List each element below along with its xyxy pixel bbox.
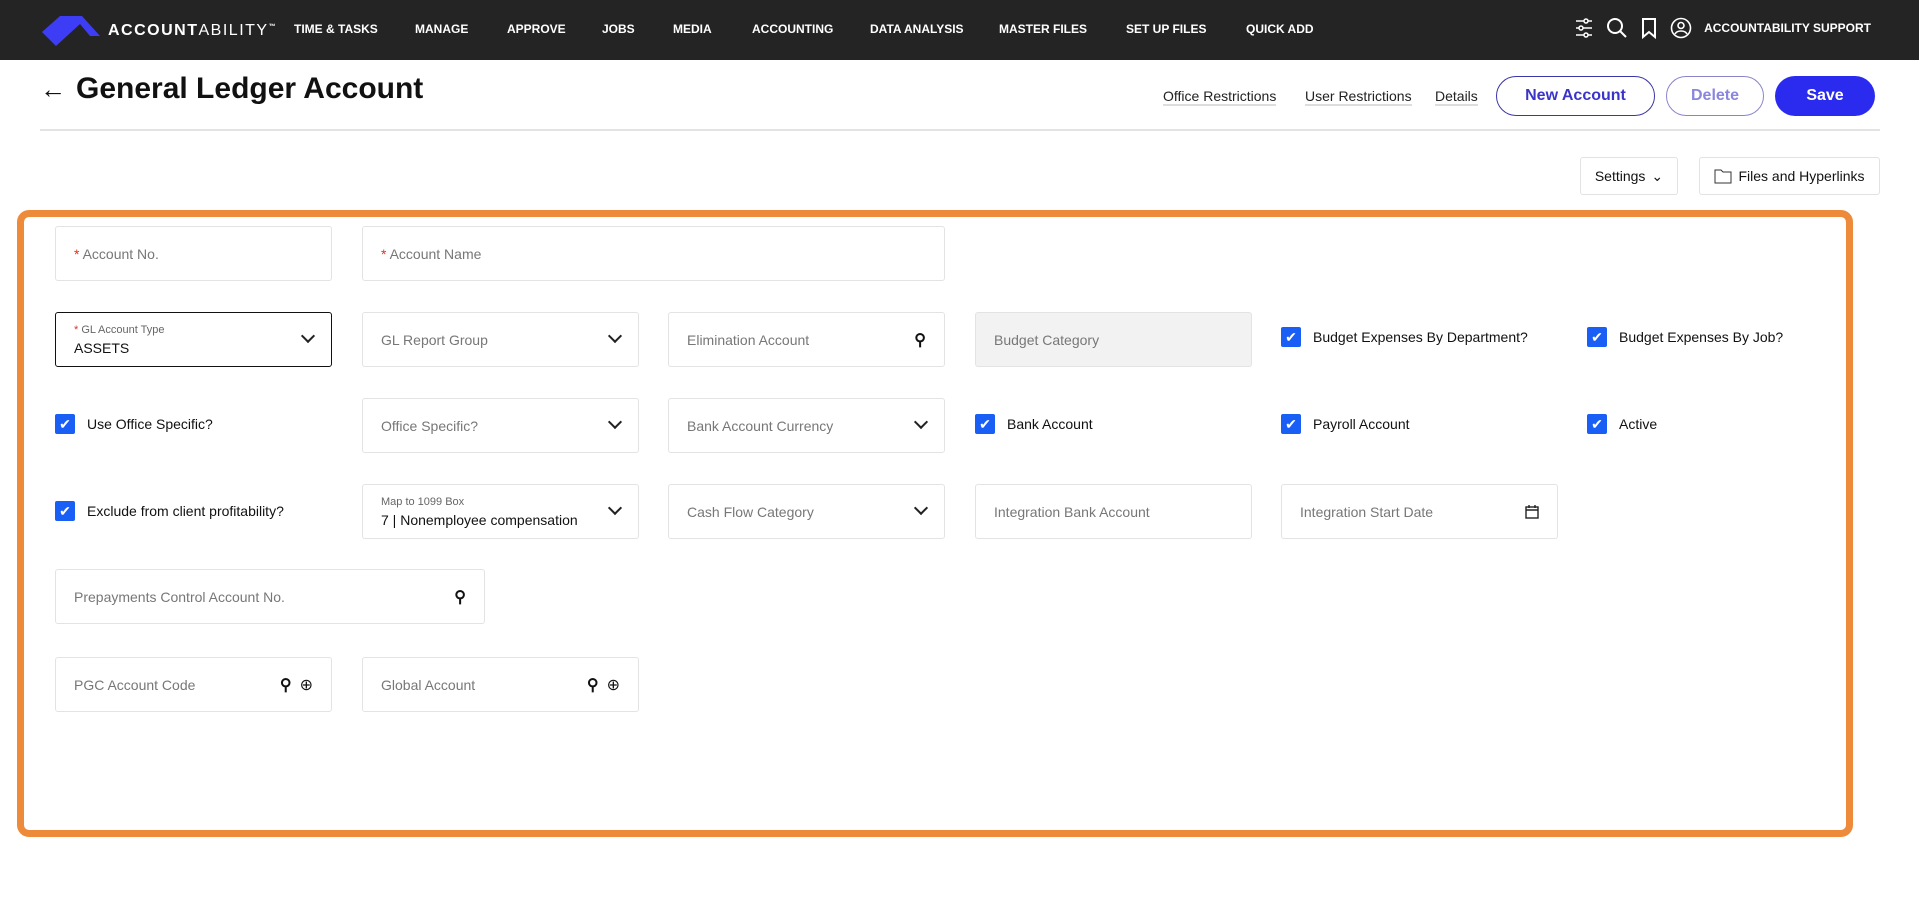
settings-label: Settings [1594,168,1646,184]
checkbox-checked-icon: ✔ [1281,327,1301,347]
nav-data-analysis[interactable]: DATA ANALYSIS [870,22,964,36]
top-nav: ACCOUNTABILITY™ TIME & TASKS MANAGE APPR… [0,0,1919,60]
active-checkbox[interactable]: ✔ Active [1587,414,1657,434]
office-restrictions-link[interactable]: Office Restrictions [1163,88,1277,106]
user-name[interactable]: ACCOUNTABILITY SUPPORT [1704,21,1871,35]
calendar-icon[interactable] [1525,504,1539,519]
gl-report-group-select[interactable]: GL Report Group [362,312,639,367]
bookmark-icon[interactable] [1640,17,1658,39]
account-no-input[interactable]: * Account No. [55,226,332,281]
page-title: General Ledger Account [76,72,424,105]
elimination-account-input[interactable]: Elimination Account ⚲ [668,312,945,367]
nav-set-up-files[interactable]: SET UP FILES [1126,22,1206,36]
gl-account-type-select[interactable]: * GL Account Type ASSETS [55,312,332,367]
page-title-row: ← General Ledger Account [40,72,423,106]
details-link[interactable]: Details [1435,88,1478,106]
nav-quick-add[interactable]: QUICK ADD [1246,22,1314,36]
checkbox-checked-icon: ✔ [1587,414,1607,434]
bank-account-checkbox[interactable]: ✔ Bank Account [975,414,1093,434]
nav-jobs[interactable]: JOBS [602,22,635,36]
search-icon[interactable]: ⚲ [454,587,466,607]
header-divider [40,129,1880,131]
use-office-specific-checkbox[interactable]: ✔ Use Office Specific? [55,414,213,434]
office-specific-select[interactable]: Office Specific? [362,398,639,453]
account-name-input[interactable]: * Account Name [362,226,945,281]
prepayments-control-account-input[interactable]: Prepayments Control Account No. ⚲ [55,569,485,624]
search-icon[interactable] [1606,17,1628,39]
nav-accounting[interactable]: ACCOUNTING [752,22,833,36]
files-hyperlinks-button[interactable]: Files and Hyperlinks [1699,157,1880,195]
back-arrow-icon[interactable]: ← [40,74,66,105]
payroll-account-checkbox[interactable]: ✔ Payroll Account [1281,414,1410,434]
delete-button[interactable]: Delete [1666,76,1764,116]
checkbox-checked-icon: ✔ [975,414,995,434]
new-account-button[interactable]: New Account [1496,76,1655,116]
user-restrictions-link[interactable]: User Restrictions [1305,88,1412,106]
cash-flow-category-select[interactable]: Cash Flow Category [668,484,945,539]
user-icon[interactable] [1670,17,1692,39]
settings-dropdown[interactable]: Settings ⌄ [1580,157,1678,195]
nav-time-tasks[interactable]: TIME & TASKS [294,22,378,36]
files-label: Files and Hyperlinks [1738,168,1865,184]
checkbox-checked-icon: ✔ [55,414,75,434]
pgc-account-code-input[interactable]: PGC Account Code ⚲ ⊕ [55,657,332,712]
nav-manage[interactable]: MANAGE [415,22,468,36]
checkbox-checked-icon: ✔ [1587,327,1607,347]
folder-icon [1714,169,1732,184]
checkbox-checked-icon: ✔ [55,501,75,521]
map-1099-box-select[interactable]: Map to 1099 Box 7 | Nonemployee compensat… [362,484,639,539]
search-icon[interactable]: ⚲ [280,675,292,695]
logo[interactable]: ACCOUNTABILITY™ [42,16,277,46]
chevron-down-icon [300,328,316,344]
integration-bank-account-input[interactable]: Integration Bank Account [975,484,1252,539]
add-circle-icon[interactable]: ⊕ [607,675,620,695]
search-icon[interactable]: ⚲ [914,330,926,350]
bank-account-currency-select[interactable]: Bank Account Currency [668,398,945,453]
brand-name: ACCOUNTABILITY™ [108,22,278,39]
integration-start-date-input[interactable]: Integration Start Date [1281,484,1558,539]
budget-by-job-checkbox[interactable]: ✔ Budget Expenses By Job? [1587,327,1783,347]
budget-by-department-checkbox[interactable]: ✔ Budget Expenses By Department? [1281,327,1528,347]
logo-icon [42,16,100,46]
nav-media[interactable]: MEDIA [673,22,712,36]
budget-category-input: Budget Category [975,312,1252,367]
checkbox-checked-icon: ✔ [1281,414,1301,434]
sliders-icon[interactable] [1574,17,1594,39]
chevron-down-icon: ⌄ [1651,167,1664,184]
nav-master-files[interactable]: MASTER FILES [999,22,1087,36]
add-circle-icon[interactable]: ⊕ [300,675,313,695]
save-button[interactable]: Save [1775,76,1875,116]
exclude-profitability-checkbox[interactable]: ✔ Exclude from client profitability? [55,501,284,521]
chevron-down-icon [607,500,623,516]
global-account-input[interactable]: Global Account ⚲ ⊕ [362,657,639,712]
search-icon[interactable]: ⚲ [587,675,599,695]
nav-approve[interactable]: APPROVE [507,22,566,36]
